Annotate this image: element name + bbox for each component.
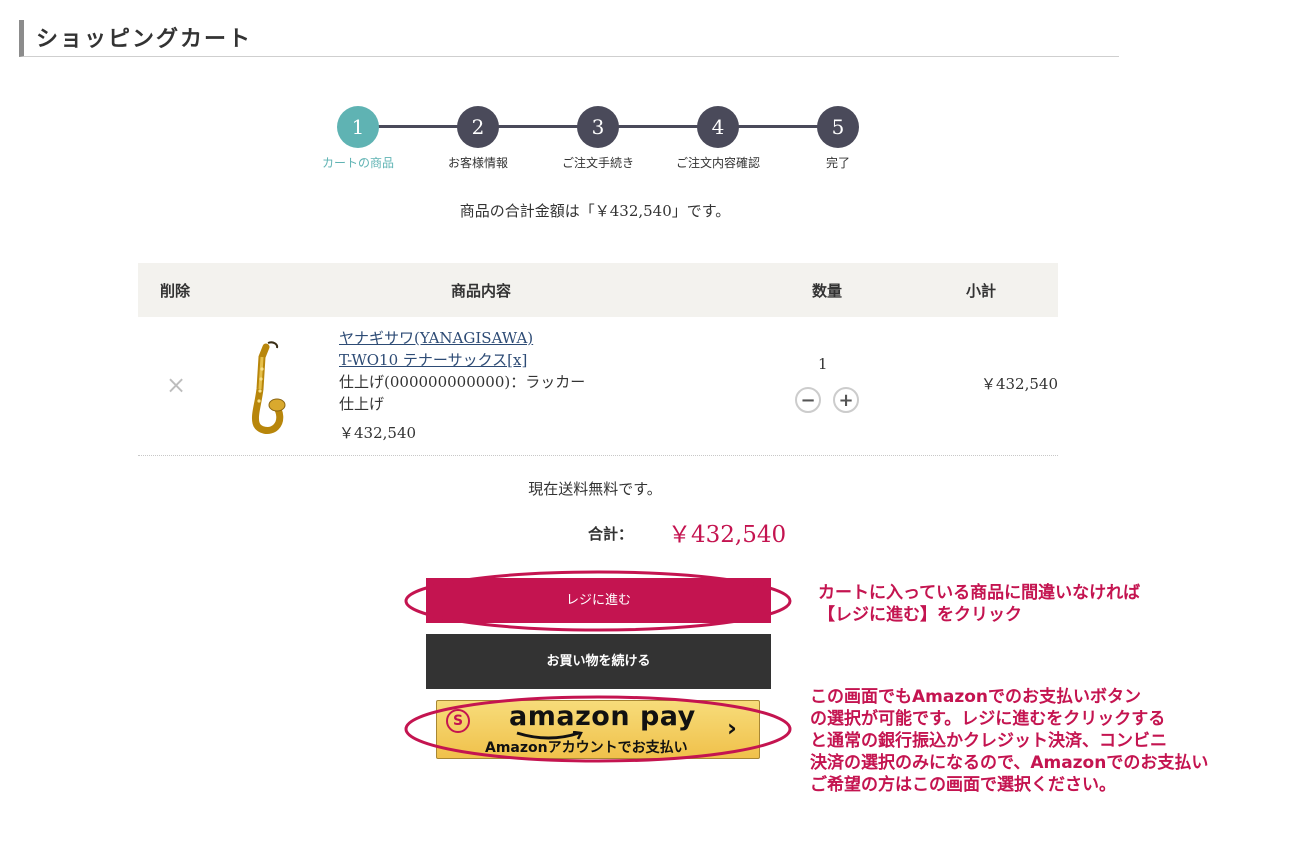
checkout-button[interactable]: レジに進む xyxy=(426,578,771,623)
step-5-label: 完了 xyxy=(825,156,850,170)
page-title: ショッピングカート xyxy=(36,26,253,52)
header-quantity: 数量 xyxy=(812,282,843,300)
cart-table-header: 削除 商品内容 数量 小計 xyxy=(138,263,1058,317)
continue-shopping-button[interactable]: お買い物を続ける xyxy=(426,634,771,689)
amazon-pay-logo: amazon pay xyxy=(509,701,696,732)
annotation-checkout-note: カートに入っている商品に間違いなければ 【レジに進む】をクリック xyxy=(818,583,1141,625)
step-1: 1 カートの商品 xyxy=(308,106,408,171)
decrease-quantity-button[interactable]: − xyxy=(795,387,821,413)
grand-total-value: ￥432,540 xyxy=(668,522,787,548)
product-name-line2[interactable]: T-WO10 テナーサックス[x] xyxy=(339,349,533,371)
grand-total-label: 合計： xyxy=(588,525,634,543)
step-3-circle: 3 xyxy=(577,106,619,148)
amazon-pay-badge-icon: S xyxy=(446,709,470,733)
step-2: 2 お客様情報 xyxy=(428,106,528,171)
step-5: 5 完了 xyxy=(788,106,888,171)
header-subtotal: 小計 xyxy=(966,282,997,300)
product-option: 仕上げ(000000000000)：ラッカー仕上げ xyxy=(339,373,586,413)
amazon-pay-subtext: Amazonアカウントでお支払い xyxy=(485,740,688,756)
delete-item-icon[interactable]: × xyxy=(166,371,186,399)
chevron-right-icon: › xyxy=(727,714,737,742)
header-content: 商品内容 xyxy=(451,282,512,300)
annotation-amazon-note: この画面でもAmazonでのお支払いボタン の選択が可能です。レジに進むをクリッ… xyxy=(810,687,1209,795)
step-1-circle: 1 xyxy=(337,106,379,148)
quantity-value: 1 xyxy=(818,355,828,373)
step-4: 4 ご注文内容確認 xyxy=(668,106,768,171)
increase-quantity-button[interactable]: + xyxy=(833,387,859,413)
step-1-label: カートの商品 xyxy=(321,156,394,170)
amazon-pay-button[interactable]: S amazon pay Amazonアカウントでお支払い › xyxy=(436,700,760,759)
page-title-bar: ショッピングカート xyxy=(19,20,1119,57)
step-2-circle: 2 xyxy=(457,106,499,148)
step-3-label: ご注文手続き xyxy=(561,156,634,170)
checkout-stepper: 1 カートの商品 2 お客様情報 3 ご注文手続き 4 ご注文内容確認 5 完了 xyxy=(318,106,878,176)
saxophone-thumbnail[interactable] xyxy=(240,339,292,435)
step-2-label: お客様情報 xyxy=(447,156,508,170)
product-price: ￥432,540 xyxy=(339,424,417,442)
cart-total-message: 商品の合計金額は「￥432,540」です。 xyxy=(459,202,731,220)
shipping-message: 現在送料無料です。 xyxy=(528,480,662,498)
product-link[interactable]: ヤナギサワ(YANAGISAWA) T-WO10 テナーサックス[x] xyxy=(339,327,533,371)
cart-item-row: × ヤナギサワ(YANAGISAWA) T-WO10 テナーサックス[x] 仕上… xyxy=(138,317,1058,456)
product-name-line1[interactable]: ヤナギサワ(YANAGISAWA) xyxy=(339,327,533,349)
item-subtotal: ￥432,540 xyxy=(980,375,1058,393)
step-5-circle: 5 xyxy=(817,106,859,148)
step-4-label: ご注文内容確認 xyxy=(675,156,760,170)
step-4-circle: 4 xyxy=(697,106,739,148)
step-3: 3 ご注文手続き xyxy=(548,106,648,171)
header-delete: 削除 xyxy=(160,282,191,300)
